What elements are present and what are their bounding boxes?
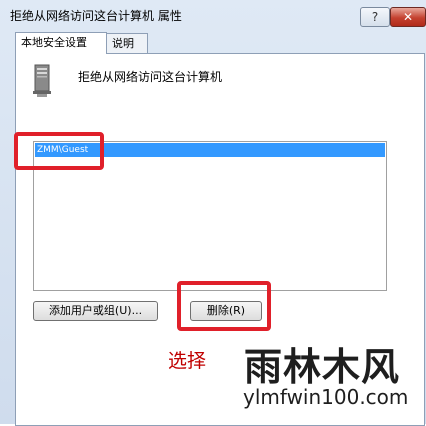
highlight-selected-item [14, 132, 104, 170]
annotation-caption: 选择 [168, 350, 207, 372]
properties-dialog: 拒绝从网络访问这台计算机 属性 ? ✕ 本地安全设置 说明 拒绝从网络访问这台计… [0, 0, 426, 426]
highlight-remove-button [177, 281, 271, 331]
title-bar: 拒绝从网络访问这台计算机 属性 ? ✕ [0, 0, 426, 30]
tab-explain[interactable]: 说明 [106, 33, 148, 53]
watermark-url: ylmfwin100.com [243, 385, 409, 409]
add-user-or-group-button[interactable]: 添加用户或组(U)... [33, 301, 158, 321]
help-button[interactable]: ? [360, 7, 390, 27]
computer-tower-icon [33, 64, 51, 97]
close-button[interactable]: ✕ [390, 7, 426, 27]
window-title: 拒绝从网络访问这台计算机 属性 [10, 9, 182, 23]
tab-local-security-setting[interactable]: 本地安全设置 [15, 32, 107, 54]
watermark-logo: 雨林木风 [244, 344, 401, 389]
policy-heading: 拒绝从网络访问这台计算机 [78, 70, 223, 84]
